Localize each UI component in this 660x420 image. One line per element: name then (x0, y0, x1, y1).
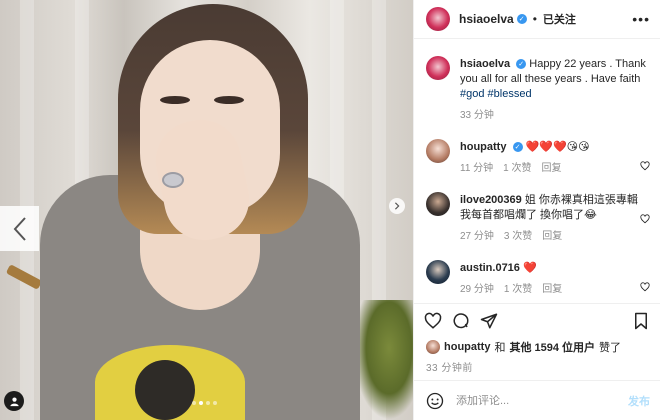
ring-shape (162, 172, 184, 188)
slide-dot (206, 401, 210, 405)
comment-content: ilove200369 姐 你赤裸真相這張專輯 我每首都唱爛了 換你唱了😂 27… (460, 193, 650, 244)
comment-item: austin.0716 ❤️ 29 分钟 1 次赞 回复 (426, 244, 650, 297)
author-avatar[interactable] (426, 7, 450, 31)
eye-shape (214, 96, 244, 104)
post-image[interactable] (0, 0, 413, 420)
heart-icon[interactable] (640, 161, 650, 171)
hashtag-link[interactable]: #blessed (488, 88, 532, 100)
comment-username[interactable]: houpatty (460, 141, 506, 153)
heart-icon[interactable] (640, 282, 650, 292)
post-header: hsiaoelva ✓ • 已关注 ••• (414, 0, 660, 39)
verified-badge-icon: ✓ (516, 59, 527, 70)
plant-decoration (353, 300, 413, 420)
likes-connector: 和 (494, 342, 506, 354)
shirt-print-detail (135, 360, 195, 420)
chevron-right-icon (394, 202, 400, 210)
follow-status-button[interactable]: 已关注 (543, 11, 576, 27)
chevron-left-icon (13, 216, 26, 241)
comment-username[interactable]: austin.0716 (460, 262, 520, 274)
likes-summary: houpatty 和 其他 1594 位用户 赞了 (426, 339, 621, 355)
caption-content: hsiaoelva ✓ Happy 22 years . Thank you a… (460, 57, 650, 123)
heart-icon[interactable] (424, 312, 442, 330)
comment-likes[interactable]: 1 次赞 (503, 161, 531, 176)
caption-time[interactable]: 33 分钟 (460, 108, 494, 123)
slide-dot (213, 401, 217, 405)
liker-avatar[interactable] (426, 340, 440, 354)
user-tag-icon (9, 397, 19, 406)
comment-content: austin.0716 ❤️ 29 分钟 1 次赞 回复 (460, 261, 650, 297)
caption: hsiaoelva ✓ Happy 22 years . Thank you a… (426, 40, 650, 123)
hashtag-link[interactable]: #god (460, 88, 484, 100)
comment-meta: 27 分钟 3 次赞 回复 (460, 229, 650, 244)
post-actions (414, 303, 660, 337)
commenter-avatar[interactable] (426, 260, 450, 284)
comment-icon[interactable] (452, 312, 470, 330)
comment-text: ❤️❤️❤️😘😘 (525, 141, 590, 153)
previous-slide-button[interactable] (0, 206, 39, 251)
comment-input[interactable] (456, 394, 606, 407)
comment-item: houpatty ✓ ❤️❤️❤️😘😘 11 分钟 1 次赞 回复 (426, 123, 650, 176)
heart-icon[interactable] (640, 214, 650, 224)
emoji-icon[interactable] (426, 392, 444, 410)
more-horizontal-icon[interactable]: ••• (632, 11, 650, 27)
comment-time[interactable]: 11 分钟 (460, 161, 493, 176)
comment-username[interactable]: ilove200369 (460, 194, 522, 206)
slide-indicator (192, 401, 217, 405)
comment-content: houpatty ✓ ❤️❤️❤️😘😘 11 分钟 1 次赞 回复 (460, 140, 650, 176)
user-tag-button[interactable] (4, 391, 24, 411)
reply-button[interactable]: 回复 (542, 282, 562, 297)
caption-username[interactable]: hsiaoelva (460, 58, 510, 70)
reply-button[interactable]: 回复 (542, 229, 562, 244)
comment-meta: 11 分钟 1 次赞 回复 (460, 161, 650, 176)
slide-dot-active (199, 401, 203, 405)
eye-shape (160, 96, 190, 104)
bookmark-icon[interactable] (632, 312, 650, 330)
comment-time[interactable]: 27 分钟 (460, 229, 494, 244)
posted-time[interactable]: 33 分钟前 (426, 359, 473, 374)
commenter-avatar[interactable] (426, 139, 450, 163)
reply-button[interactable]: 回复 (542, 161, 562, 176)
add-comment-bar: 发布 (414, 380, 660, 420)
comment-likes[interactable]: 1 次赞 (504, 282, 532, 297)
post-comment-button[interactable]: 发布 (628, 393, 650, 409)
liker-username[interactable]: houpatty (444, 341, 490, 353)
commenter-avatar[interactable] (426, 192, 450, 216)
comment-text: ❤️ (522, 262, 537, 274)
slide-dot (192, 401, 196, 405)
caption-meta: 33 分钟 (460, 108, 650, 123)
comment-time[interactable]: 29 分钟 (460, 282, 494, 297)
verified-badge-icon: ✓ (512, 142, 523, 153)
post-details-panel: hsiaoelva ✓ • 已关注 ••• hsiaoelva ✓ Happy … (413, 0, 660, 420)
comment-meta: 29 分钟 1 次赞 回复 (460, 282, 650, 297)
likes-others-link[interactable]: 其他 1594 位用户 (509, 339, 595, 355)
likes-suffix: 赞了 (599, 342, 622, 354)
share-icon[interactable] (480, 312, 498, 330)
comments-list[interactable]: hsiaoelva ✓ Happy 22 years . Thank you a… (414, 40, 660, 300)
comment-likes[interactable]: 3 次赞 (504, 229, 532, 244)
verified-badge-icon: ✓ (516, 14, 527, 24)
comment-item: ilove200369 姐 你赤裸真相這張專輯 我每首都唱爛了 換你唱了😂 27… (426, 176, 650, 244)
author-avatar[interactable] (426, 56, 450, 80)
author-username[interactable]: hsiaoelva (459, 12, 514, 26)
next-slide-button[interactable] (389, 198, 405, 214)
separator-dot: • (532, 12, 537, 26)
